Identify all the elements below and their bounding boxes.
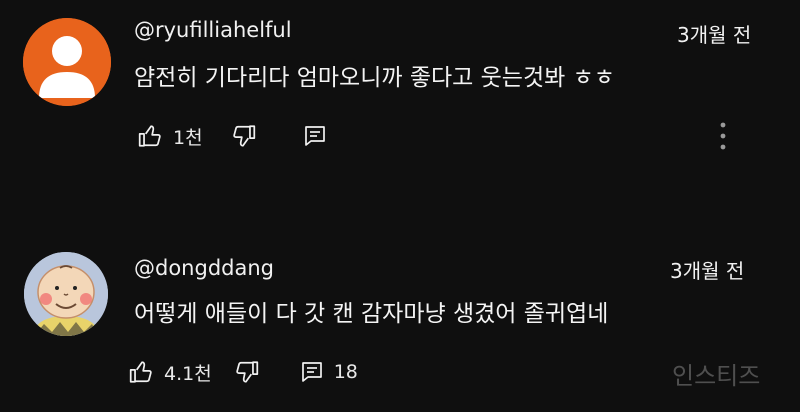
comment-timestamp[interactable]: 3개월 전 — [677, 19, 751, 48]
comment-actions: 4.1천 18 — [128, 352, 358, 392]
comment-text: 얌전히 기다리다 엄마오니까 좋다고 웃는것봐 ㅎㅎ — [134, 65, 615, 91]
avatar[interactable] — [24, 252, 108, 336]
charlie-brown-avatar — [24, 252, 108, 336]
dislike-button[interactable] — [234, 359, 260, 385]
comment-timestamp[interactable]: 3개월 전 — [670, 255, 744, 284]
thumbs-down-icon — [236, 361, 258, 383]
like-button[interactable]: 1천 — [137, 123, 203, 150]
dislike-button[interactable] — [231, 123, 257, 149]
comment-actions: 1천 — [137, 116, 327, 156]
comment-item: @ryufilliahelful 3개월 전 얌전히 기다리다 엄마오니까 좋다… — [0, 0, 800, 205]
comment-author[interactable]: @dongddang — [134, 256, 274, 280]
thumbs-up-icon — [129, 361, 152, 383]
thumbs-down-icon — [232, 125, 255, 147]
watermark: 인스티즈 — [672, 362, 761, 390]
comment-icon — [304, 126, 325, 146]
comment-icon — [301, 362, 322, 382]
like-count: 1천 — [173, 126, 203, 149]
reply-count: 18 — [333, 361, 358, 383]
more-options-button[interactable] — [713, 116, 733, 156]
more-vert-icon — [720, 122, 726, 150]
like-button[interactable]: 4.1천 — [128, 359, 212, 386]
reply-button[interactable] — [303, 124, 327, 148]
avatar[interactable] — [23, 18, 111, 106]
thumbs-up-icon — [138, 125, 161, 147]
like-count: 4.1천 — [164, 362, 212, 385]
comment-text: 어떻게 애들이 다 갓 캔 감자마냥 생겼어 졸귀엽네 — [134, 301, 609, 327]
reply-button[interactable]: 18 — [300, 360, 358, 384]
default-user-icon — [23, 18, 111, 106]
comment-author[interactable]: @ryufilliahelful — [134, 18, 292, 42]
